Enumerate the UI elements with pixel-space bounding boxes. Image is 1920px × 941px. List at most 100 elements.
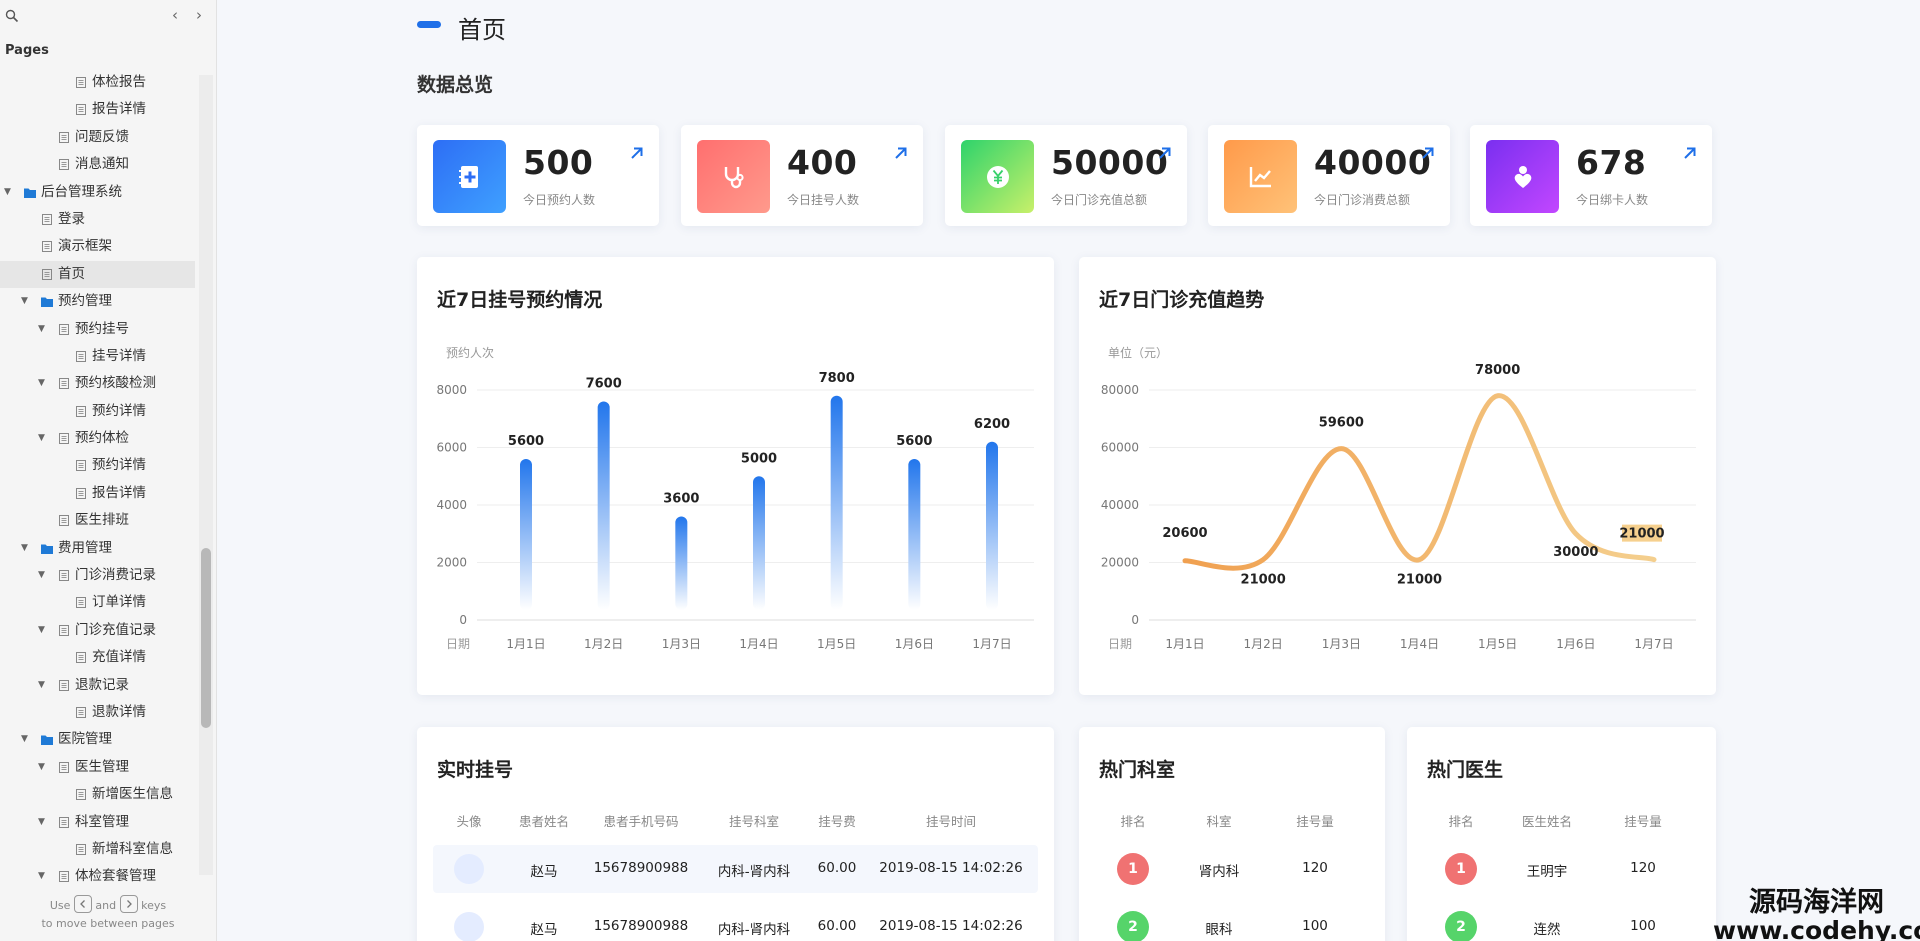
previous-page-button[interactable]: ‹ [172, 6, 178, 24]
sidebar-scrollbar-thumb[interactable] [201, 548, 211, 728]
point-value-label: 59600 [1319, 416, 1364, 431]
bar [675, 516, 688, 610]
y-tick-label: 6000 [436, 441, 467, 455]
hint-use-text: Use [49, 899, 71, 912]
expand-caret-icon[interactable]: ▼ [4, 179, 11, 206]
arrow-up-right-icon[interactable] [1420, 145, 1436, 161]
x-tick-label: 1月1日 [1165, 637, 1204, 651]
arrow-up-right-icon[interactable] [1157, 145, 1173, 161]
stat-card-appointments[interactable]: 500 今日预约人数 [417, 125, 659, 226]
arrow-up-right-icon[interactable] [1682, 145, 1698, 161]
sidebar-item-7[interactable]: 首页 [0, 260, 195, 289]
sidebar-item-23[interactable]: 退款详情 [0, 699, 195, 726]
sidebar-item-13[interactable]: ▼ 预约体检 [0, 425, 195, 452]
right-key-icon [119, 895, 138, 913]
expand-caret-icon[interactable]: ▼ [21, 288, 28, 315]
page-icon [59, 323, 69, 335]
expand-caret-icon[interactable]: ▼ [38, 617, 45, 644]
sidebar-item-label: 医生管理 [75, 758, 129, 775]
expand-caret-icon[interactable]: ▼ [38, 316, 45, 343]
sidebar-item-27[interactable]: ▼ 科室管理 [0, 809, 195, 836]
sidebar-item-8[interactable]: ▼ 预约管理 [0, 288, 195, 315]
bar-value-label: 5000 [741, 451, 777, 466]
page-icon [59, 570, 69, 582]
sidebar-item-1[interactable]: 报告详情 [0, 96, 195, 123]
sidebar-item-3[interactable]: 消息通知 [0, 151, 195, 178]
sidebar-item-12[interactable]: 预约详情 [0, 398, 195, 425]
sidebar-item-9[interactable]: ▼ 预约挂号 [0, 316, 195, 343]
hint-keys-text: keys [141, 899, 167, 912]
stat-card-registrations[interactable]: 400 今日挂号人数 [681, 125, 923, 226]
page-icon [76, 350, 86, 362]
sidebar-item-6[interactable]: 演示框架 [0, 233, 195, 260]
stat-card-consumption[interactable]: 40000 今日门诊消费总额 [1208, 125, 1450, 226]
sidebar-item-4[interactable]: ▼ 后台管理系统 [0, 179, 195, 206]
sidebar-item-21[interactable]: 充值详情 [0, 644, 195, 671]
sidebar-item-15[interactable]: 报告详情 [0, 480, 195, 507]
sidebar-item-11[interactable]: ▼ 预约核酸检测 [0, 370, 195, 397]
page-icon [59, 515, 69, 527]
sidebar-item-10[interactable]: 挂号详情 [0, 343, 195, 370]
y-tick-label: 8000 [436, 383, 467, 397]
y-tick-label: 0 [459, 613, 467, 627]
page-icon [76, 789, 86, 801]
expand-caret-icon[interactable]: ▼ [21, 726, 28, 753]
stat-label: 今日预约人数 [523, 193, 596, 207]
sidebar-item-22[interactable]: ▼ 退款记录 [0, 672, 195, 699]
sidebar-item-label: 新增科室信息 [92, 840, 173, 857]
sidebar-toolbar: ‹ › [0, 0, 216, 34]
page-icon [59, 433, 69, 445]
rank-badge: 1 [1445, 853, 1477, 885]
sidebar-item-label: 挂号详情 [92, 347, 146, 364]
search-icon[interactable] [5, 9, 19, 23]
sidebar-scrollbar-track[interactable] [199, 75, 213, 875]
expand-caret-icon[interactable]: ▼ [38, 672, 45, 699]
stat-label: 今日门诊消费总额 [1314, 193, 1411, 207]
sidebar-item-label: 报告详情 [92, 101, 146, 118]
table-header-cell: 医生姓名 [1521, 814, 1572, 829]
stat-card-recharge[interactable]: 50000 今日门诊充值总额 [945, 125, 1187, 226]
expand-caret-icon[interactable]: ▼ [21, 535, 28, 562]
sidebar-item-14[interactable]: 预约详情 [0, 452, 195, 479]
sidebar-item-label: 预约详情 [92, 457, 146, 474]
stethoscope-icon [697, 140, 770, 213]
sidebar-item-label: 报告详情 [92, 484, 146, 501]
sidebar-item-17[interactable]: ▼ 费用管理 [0, 535, 195, 562]
expand-caret-icon[interactable]: ▼ [38, 809, 45, 836]
sidebar-item-29[interactable]: ▼ 体检套餐管理 [0, 863, 195, 890]
bar-value-label: 7600 [586, 377, 622, 392]
y-tick-label: 60000 [1101, 441, 1139, 455]
expand-caret-icon[interactable]: ▼ [38, 754, 45, 781]
expand-caret-icon[interactable]: ▼ [38, 370, 45, 397]
expand-caret-icon[interactable]: ▼ [38, 863, 45, 890]
bar [753, 476, 765, 610]
table-cell: 120 [1630, 860, 1656, 876]
sidebar-item-19[interactable]: 订单详情 [0, 589, 195, 616]
next-page-button[interactable]: › [196, 6, 202, 24]
table-cell: 2019-08-15 14:02:26 [879, 860, 1023, 876]
sidebar-item-label: 退款详情 [92, 703, 146, 720]
arrow-up-right-icon[interactable] [893, 145, 909, 161]
sidebar-item-18[interactable]: ▼ 门诊消费记录 [0, 562, 195, 589]
expand-caret-icon[interactable]: ▼ [38, 425, 45, 452]
sidebar-item-16[interactable]: 医生排班 [0, 507, 195, 534]
table-header-cell: 科室 [1206, 814, 1232, 829]
page-icon [42, 268, 52, 280]
sidebar-item-24[interactable]: ▼ 医院管理 [0, 726, 195, 753]
sidebar-item-5[interactable]: 登录 [0, 206, 195, 233]
table-header-cell: 患者手机号码 [603, 814, 679, 829]
expand-caret-icon[interactable]: ▼ [38, 562, 45, 589]
sidebar-item-2[interactable]: 问题反馈 [0, 124, 195, 151]
sidebar-item-20[interactable]: ▼ 门诊充值记录 [0, 617, 195, 644]
sidebar-item-28[interactable]: 新增科室信息 [0, 836, 195, 863]
table-cell: 王明宇 [1526, 864, 1568, 880]
pages-heading: Pages [5, 43, 49, 58]
sidebar-item-0[interactable]: 体检报告 [0, 69, 195, 96]
arrow-up-right-icon[interactable] [629, 145, 645, 161]
sidebar-item-26[interactable]: 新增医生信息 [0, 781, 195, 808]
keyboard-hint: Use and keys to move between pages [18, 895, 198, 933]
sidebar-item-25[interactable]: ▼ 医生管理 [0, 754, 195, 781]
folder-icon [41, 735, 53, 746]
sidebar-item-label: 医院管理 [58, 731, 112, 748]
stat-card-card-binding[interactable]: 678 今日绑卡人数 [1470, 125, 1712, 226]
